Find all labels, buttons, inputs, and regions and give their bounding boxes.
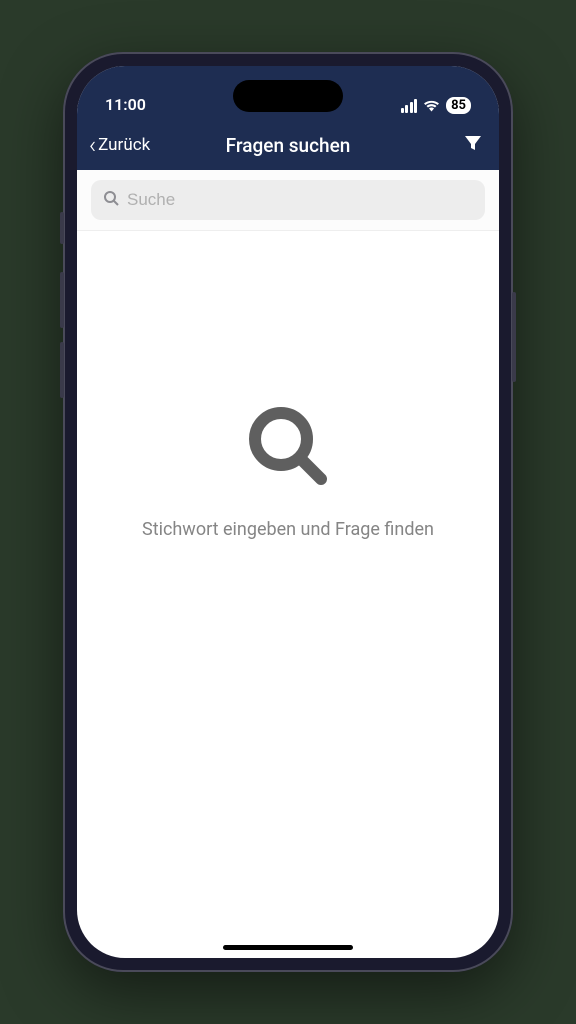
search-input[interactable]	[127, 190, 473, 210]
search-container	[77, 170, 499, 231]
phone-frame: 11:00 85 ‹ Zurück	[63, 52, 513, 972]
battery-level: 85	[451, 98, 466, 113]
volume-up-button	[60, 272, 64, 328]
funnel-icon	[463, 133, 483, 153]
page-title: Fragen suchen	[226, 134, 351, 157]
search-empty-icon	[243, 401, 333, 495]
cellular-signal-icon	[401, 99, 418, 113]
power-button	[512, 292, 516, 382]
back-button[interactable]: ‹ Zurück	[89, 133, 150, 157]
phone-screen: 11:00 85 ‹ Zurück	[77, 66, 499, 958]
dynamic-island	[233, 80, 343, 112]
navigation-bar: ‹ Zurück Fragen suchen	[77, 120, 499, 170]
status-time: 11:00	[105, 95, 146, 114]
empty-state-message: Stichwort eingeben und Frage finden	[142, 519, 434, 540]
filter-button[interactable]	[459, 129, 487, 161]
status-icons: 85	[401, 97, 471, 114]
volume-down-button	[60, 342, 64, 398]
wifi-icon	[423, 99, 440, 112]
search-icon	[103, 190, 119, 210]
silence-switch	[60, 212, 64, 244]
home-indicator[interactable]	[223, 945, 353, 950]
chevron-left-icon: ‹	[89, 133, 96, 157]
battery-indicator: 85	[446, 97, 471, 114]
search-input-wrapper[interactable]	[91, 180, 485, 220]
empty-state: Stichwort eingeben und Frage finden	[77, 231, 499, 540]
back-label: Zurück	[98, 135, 150, 155]
